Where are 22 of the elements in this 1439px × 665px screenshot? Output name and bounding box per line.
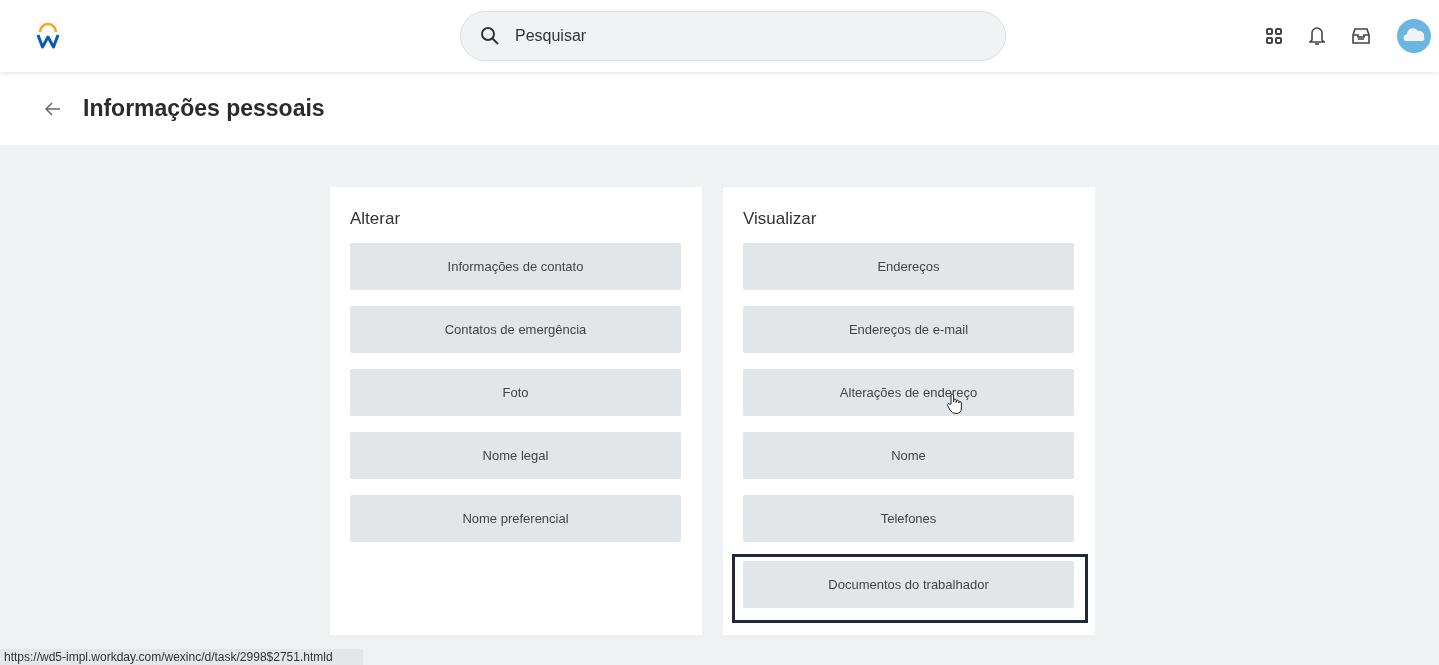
action-button[interactable]: Telefones [743, 495, 1074, 542]
inbox-icon[interactable] [1351, 27, 1371, 45]
search-icon [480, 26, 500, 46]
action-button[interactable]: Nome [743, 432, 1074, 479]
action-button[interactable]: Endereços [743, 243, 1074, 290]
apps-icon[interactable] [1265, 27, 1283, 45]
action-button[interactable]: Nome preferencial [350, 495, 681, 542]
bell-icon[interactable] [1309, 25, 1325, 47]
action-button[interactable]: Informações de contato [350, 243, 681, 290]
back-icon[interactable] [45, 101, 61, 116]
action-button[interactable]: Foto [350, 369, 681, 416]
action-button[interactable]: Contatos de emergência [350, 306, 681, 353]
action-button[interactable]: Nome legal [350, 432, 681, 479]
card-title: Visualizar [743, 209, 818, 229]
page-title: Informações pessoais [83, 95, 325, 122]
action-button[interactable]: Endereços de e-mail [743, 306, 1074, 353]
search-field[interactable]: Pesquisar [460, 11, 1006, 61]
card-title: Alterar [350, 209, 402, 229]
status-url: https://wd5-impl.workday.com/wexinc/d/task/2998$2751.htmld [0, 649, 363, 665]
action-button[interactable]: Alterações de endereço [743, 369, 1074, 416]
logo-icon[interactable] [36, 23, 60, 49]
action-button[interactable]: Documentos do trabalhador [743, 561, 1074, 608]
